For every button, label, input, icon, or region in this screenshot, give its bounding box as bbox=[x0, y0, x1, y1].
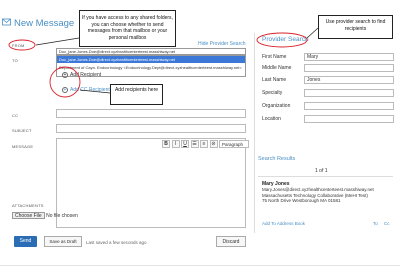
cc-label: CC bbox=[12, 113, 19, 118]
result-street: 75 North Drive Westborough MA 01581 bbox=[262, 198, 341, 204]
specialty-label: Specialty bbox=[262, 90, 283, 96]
choose-file-button[interactable]: Choose File bbox=[12, 212, 45, 219]
add-cc-label: Add CC Recipient bbox=[70, 87, 110, 93]
last-name-input[interactable]: Jones bbox=[304, 76, 394, 84]
from-option-shared[interactable]: Department of Cayn. Endocrinology <Endoc… bbox=[57, 65, 245, 71]
from-select[interactable]: Doc_jane.Jones.Doe@direct.xyzhealthcente… bbox=[56, 48, 246, 55]
cc-field[interactable] bbox=[56, 109, 246, 118]
last-name-label: Last Name bbox=[262, 77, 287, 83]
mail-icon bbox=[2, 18, 11, 26]
subject-field[interactable] bbox=[56, 124, 246, 133]
send-button[interactable]: Send bbox=[14, 236, 37, 247]
to-label: TO bbox=[12, 58, 18, 63]
callout-provider-search: Use provider search to find recipients bbox=[318, 15, 393, 39]
paragraph-select[interactable]: Paragraph bbox=[219, 140, 249, 148]
add-to-address-book-link[interactable]: Add To Address Book bbox=[262, 221, 305, 226]
result-add-to-link[interactable]: To bbox=[373, 221, 378, 226]
file-input: Choose File No file chosen bbox=[12, 212, 78, 219]
organization-input[interactable] bbox=[304, 102, 394, 110]
editor-toolbar: B I U ☰ ≡ ⊘ Paragraph bbox=[162, 140, 249, 148]
middle-name-label: Middle Name bbox=[262, 65, 292, 71]
add-cc-recipient-button[interactable]: + Add CC Recipient bbox=[62, 87, 110, 93]
specialty-input[interactable] bbox=[304, 89, 394, 97]
discard-button[interactable]: Discard bbox=[216, 236, 246, 247]
no-file-label: No file chosen bbox=[46, 213, 78, 219]
result-details: Mary.Jones@direct.xyzhealthcenterteest.m… bbox=[262, 187, 390, 204]
first-name-input[interactable]: Mary bbox=[304, 53, 394, 61]
save-draft-button[interactable]: Save as Draft bbox=[44, 236, 82, 247]
italic-button[interactable]: I bbox=[171, 140, 180, 148]
first-name-label: First Name bbox=[262, 54, 287, 60]
search-results-label: Search Results bbox=[258, 156, 296, 162]
middle-name-input[interactable] bbox=[304, 64, 394, 72]
attachments-label: ATTACHMENTS bbox=[12, 203, 44, 208]
result-add-cc-link[interactable]: Cc bbox=[384, 221, 390, 226]
message-editor[interactable] bbox=[56, 138, 246, 228]
underline-button[interactable]: U bbox=[181, 140, 189, 148]
page-title: New Message bbox=[14, 18, 75, 29]
result-address: Mary.Jones@direct.xyzhealthcenterteest.m… bbox=[262, 187, 374, 192]
callout-shared-folders: If you have access to any shared folders… bbox=[79, 10, 176, 47]
add-recipient-label: Add Recipient bbox=[70, 72, 102, 78]
hide-provider-search-link[interactable]: Hide Provider Search bbox=[198, 41, 246, 47]
message-label: MESSAGE bbox=[12, 144, 34, 149]
bullet-list-icon[interactable]: ☰ bbox=[190, 140, 199, 148]
bold-button[interactable]: B bbox=[162, 140, 170, 148]
numbered-list-icon[interactable]: ≡ bbox=[200, 140, 208, 148]
from-label: FROM bbox=[12, 43, 25, 48]
from-option-personal[interactable]: Doc_jane.Jones.Doe@direct.xyzhealthcente… bbox=[57, 56, 245, 63]
plus-icon: + bbox=[62, 87, 68, 93]
last-saved-status: Last saved a few seconds ago bbox=[86, 240, 147, 245]
location-input[interactable] bbox=[304, 115, 394, 123]
link-icon[interactable]: ⊘ bbox=[209, 140, 218, 148]
organization-label: Organization bbox=[262, 103, 291, 109]
plus-icon: + bbox=[62, 72, 68, 78]
provider-search-title: Provider Search bbox=[262, 36, 309, 43]
location-label: Location bbox=[262, 116, 281, 122]
subject-label: SUBJECT bbox=[12, 128, 32, 133]
pane-divider bbox=[254, 33, 255, 233]
add-recipient-button[interactable]: + Add Recipient bbox=[62, 72, 101, 78]
callout-add-recipients: Add recipients here bbox=[110, 84, 163, 105]
results-count: 1 of 1 bbox=[315, 168, 328, 174]
